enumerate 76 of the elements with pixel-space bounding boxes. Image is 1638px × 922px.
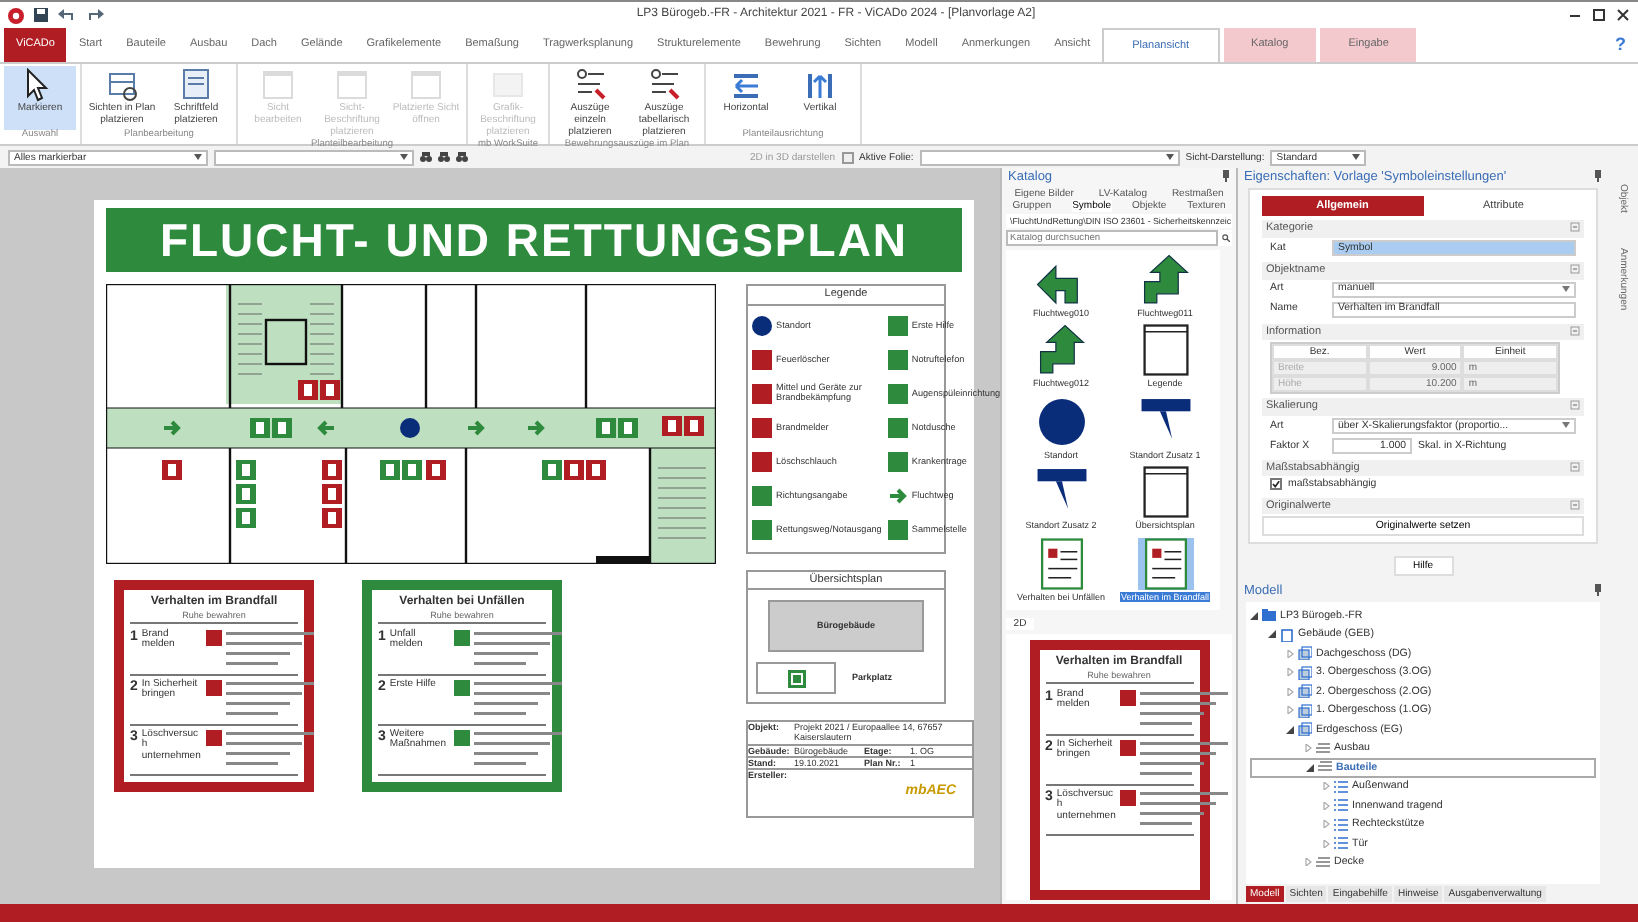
layer-icon: [1318, 760, 1332, 775]
text-lines-drawing: [225, 629, 314, 670]
pin-icon[interactable]: [1222, 170, 1230, 182]
text-lines-drawing: [473, 729, 562, 770]
frame-icon[interactable]: [1137, 466, 1193, 519]
layer-icon: [841, 151, 854, 163]
folder-icon: [1262, 608, 1276, 623]
sign-icon: [453, 679, 470, 696]
align-vertical-icon: [802, 68, 838, 102]
floor-icon: [1298, 646, 1312, 661]
select-field[interactable]: [214, 149, 414, 165]
collapse-arrow-icon[interactable]: [1268, 630, 1276, 639]
help-button[interactable]: ?: [1603, 28, 1638, 62]
text-lines-drawing: [1140, 789, 1229, 830]
list-icon: [1334, 836, 1348, 851]
sign-icon: [1120, 789, 1137, 806]
text-lines-drawing: [1140, 739, 1229, 780]
window-icon: [260, 68, 296, 102]
floor-icon: [1298, 684, 1312, 699]
sign-icon: [205, 679, 222, 696]
caret-icon: [1562, 286, 1570, 293]
floor-icon: [1298, 703, 1312, 718]
caret-icon: [400, 154, 408, 160]
image-icon: [490, 68, 526, 102]
collapse-arrow-icon[interactable]: [1286, 725, 1294, 734]
list-icon: [1334, 798, 1348, 813]
plan-title: FLUCHT- UND RETTUNGSPLAN: [106, 208, 962, 272]
collapse-arrow-icon[interactable]: [1250, 611, 1258, 620]
frame-icon: [104, 68, 140, 102]
document-icon: [178, 68, 214, 102]
building-icon: [1280, 627, 1294, 642]
caret-icon: [1352, 154, 1361, 160]
app-logo-icon[interactable]: [8, 7, 24, 23]
align-horizontal-icon: [728, 68, 764, 102]
text-lines-drawing: [225, 729, 314, 770]
pin-icon[interactable]: [1594, 584, 1602, 597]
sign-icon: [205, 729, 222, 746]
assembly-point-icon: [787, 669, 805, 688]
floor-icon: [1298, 665, 1312, 680]
list-icon: [572, 68, 608, 102]
binoculars-icon[interactable]: [420, 152, 432, 162]
location-dot-icon[interactable]: [1033, 395, 1089, 448]
sign-icon: [1120, 689, 1137, 706]
redo-icon[interactable]: [86, 8, 104, 22]
text-lines-drawing: [473, 679, 562, 720]
caret-icon: [194, 154, 202, 160]
layer-icon: [1316, 855, 1330, 870]
sign-icon: [1120, 739, 1137, 756]
frame-icon[interactable]: [1137, 324, 1193, 377]
save-icon[interactable]: [34, 8, 48, 22]
window-icon: [334, 68, 370, 102]
close-icon[interactable]: [1616, 8, 1630, 22]
collapse-arrow-icon[interactable]: [1306, 763, 1314, 772]
undo-icon[interactable]: [58, 8, 76, 22]
text-lines-drawing: [1140, 689, 1229, 730]
window-icon: [408, 68, 444, 102]
floor-icon: [1298, 722, 1312, 737]
list-icon: [1334, 779, 1348, 794]
layer-icon: [1316, 741, 1330, 756]
text-lines-drawing: [473, 629, 562, 670]
checkbox[interactable]: [1270, 478, 1282, 491]
caret-icon: [1562, 422, 1570, 429]
pin-icon[interactable]: [1594, 170, 1602, 182]
sheet-thumbnail-icon[interactable]: [1137, 537, 1193, 590]
list-icon: [646, 68, 682, 102]
sign-icon: [205, 629, 222, 646]
text-lines-drawing: [225, 679, 314, 720]
sign-icon: [453, 729, 470, 746]
check-icon: [1272, 480, 1280, 489]
binoculars-icon[interactable]: [438, 152, 450, 162]
sign-icon: [453, 629, 470, 646]
binoculars-icon[interactable]: [456, 152, 468, 162]
maximize-icon[interactable]: [1592, 8, 1606, 22]
search-icon: [1222, 234, 1230, 243]
caret-icon: [1165, 154, 1174, 160]
list-icon: [1334, 817, 1348, 832]
